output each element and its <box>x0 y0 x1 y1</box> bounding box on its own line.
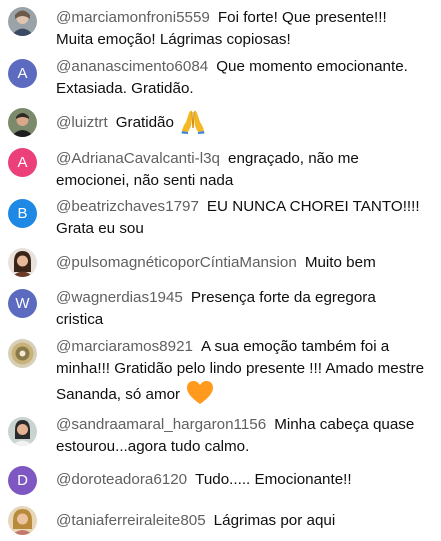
message-content: @doroteadora6120 Tudo..... Emocionante!! <box>56 469 426 491</box>
user-photo-icon <box>8 506 37 535</box>
user-photo-icon <box>8 248 37 277</box>
message-content: @sandraamaral_hargaron1156 Minha cabeça q… <box>56 414 426 458</box>
author-name[interactable]: @sandraamaral_hargaron1156 <box>56 416 266 433</box>
avatar[interactable] <box>8 506 37 535</box>
avatar-letter: W <box>15 295 30 312</box>
author-name[interactable]: @pulsomagnéticoporCíntiaMansion <box>56 254 297 271</box>
message-content: @marciaramos8921 A sua emoção também foi … <box>56 336 426 413</box>
user-photo-icon <box>8 339 37 368</box>
message-content: @ananascimento6084 Que momento emocionant… <box>56 56 426 100</box>
avatar[interactable] <box>8 108 37 137</box>
avatar[interactable]: W <box>8 289 37 318</box>
avatar[interactable] <box>8 248 37 277</box>
message-content: @AdrianaCavalcanti-l3q engraçado, não me … <box>56 148 426 192</box>
chat-message-list: @marciamonfroni5559 Foi forte! Que presen… <box>0 0 441 541</box>
avatar-letter: B <box>17 205 28 222</box>
author-name[interactable]: @AdrianaCavalcanti-l3q <box>56 150 220 167</box>
avatar[interactable] <box>8 7 37 36</box>
message-text: Lágrimas por aqui <box>213 512 336 529</box>
message-content: @wagnerdias1945 Presença forte da egregor… <box>56 287 426 331</box>
avatar-letter: A <box>17 65 28 82</box>
message-content: @pulsomagnéticoporCíntiaMansion Muito bem <box>56 252 426 274</box>
folded-hands-icon <box>180 108 206 141</box>
message-content: @beatrizchaves1797 EU NUNCA CHOREI TANTO!… <box>56 196 426 240</box>
avatar-letter: A <box>17 154 28 171</box>
user-photo-icon <box>8 417 37 446</box>
orange-heart-icon <box>186 380 214 413</box>
avatar[interactable]: D <box>8 466 37 495</box>
author-name[interactable]: @wagnerdias1945 <box>56 289 183 306</box>
author-name[interactable]: @taniaferreiraleite805 <box>56 512 206 529</box>
message-content: @taniaferreiraleite805 Lágrimas por aqui <box>56 510 426 532</box>
author-name[interactable]: @doroteadora6120 <box>56 471 187 488</box>
avatar[interactable] <box>8 417 37 446</box>
avatar[interactable]: A <box>8 148 37 177</box>
avatar[interactable]: B <box>8 199 37 228</box>
message-content: @marciamonfroni5559 Foi forte! Que presen… <box>56 7 426 51</box>
author-name[interactable]: @marciaramos8921 <box>56 338 193 355</box>
avatar[interactable]: A <box>8 59 37 88</box>
author-name[interactable]: @luiztrt <box>56 114 108 131</box>
avatar[interactable] <box>8 339 37 368</box>
message-text: Muito bem <box>304 254 376 271</box>
author-name[interactable]: @marciamonfroni5559 <box>56 9 210 26</box>
avatar-letter: D <box>17 472 28 489</box>
message-text: Tudo..... Emocionante!! <box>195 471 352 488</box>
message-text: Gratidão <box>115 114 174 131</box>
user-photo-icon <box>8 7 37 36</box>
user-photo-icon <box>8 108 37 137</box>
author-name[interactable]: @ananascimento6084 <box>56 58 208 75</box>
author-name[interactable]: @beatrizchaves1797 <box>56 198 199 215</box>
message-content: @luiztrt Gratidão <box>56 108 426 141</box>
